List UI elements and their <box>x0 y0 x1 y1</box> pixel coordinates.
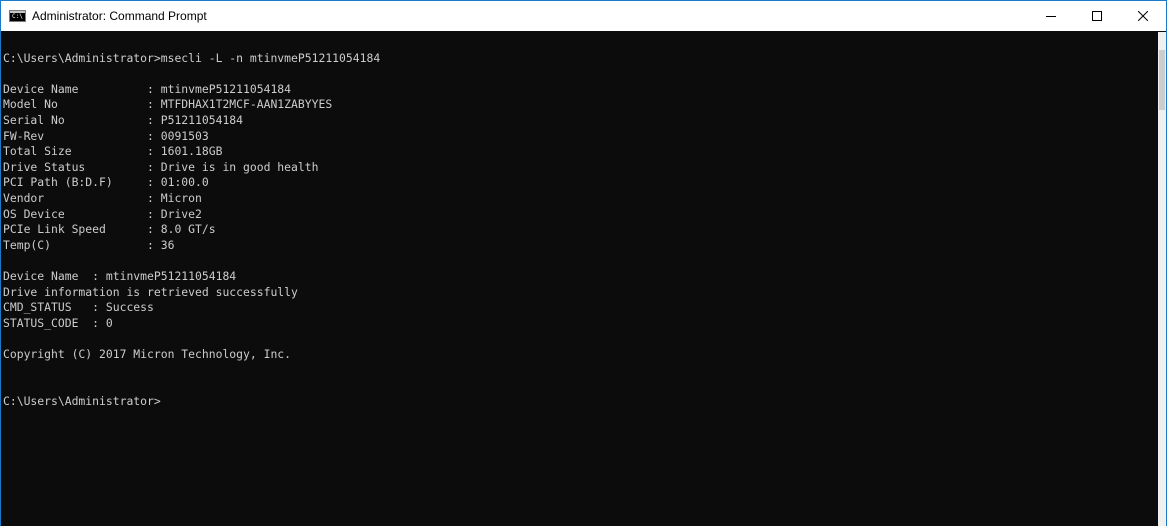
close-button[interactable] <box>1120 1 1166 31</box>
console-line: PCIe Link Speed : 8.0 GT/s <box>3 222 216 237</box>
console-output-area[interactable]: C:\Users\Administrator>msecli -L -n mtin… <box>1 32 1158 526</box>
prompt-glyph: C:\ <box>12 13 23 20</box>
console-line: Vendor : Micron <box>3 190 202 205</box>
maximize-button[interactable] <box>1074 1 1120 31</box>
console-line: Drive information is retrieved successfu… <box>3 284 298 299</box>
console-line: Drive Status : Drive is in good health <box>3 159 319 174</box>
console-line: CMD_STATUS : Success <box>3 300 154 315</box>
title-bar[interactable]: C:\ Administrator: Command Prompt <box>1 1 1166 31</box>
console-line: Temp(C) : 36 <box>3 237 175 252</box>
maximize-icon <box>1092 11 1102 21</box>
console-line: Device Name : mtinvmeP51211054184 <box>3 81 292 96</box>
console-line: C:\Users\Administrator>msecli -L -n mtin… <box>3 50 381 65</box>
console-line: Model No : MTFDHAX1T2MCF-AAN1ZABYYES <box>3 97 333 112</box>
vertical-scrollbar[interactable] <box>1158 32 1166 526</box>
cmd-icon[interactable]: C:\ <box>9 10 26 22</box>
console-line: FW-Rev : 0091503 <box>3 128 209 143</box>
console-line: Total Size : 1601.18GB <box>3 144 223 159</box>
console-line: C:\Users\Administrator> <box>3 393 161 408</box>
console-line: Serial No : P51211054184 <box>3 112 244 127</box>
console-text: C:\Users\Administrator>msecli -L -n mtin… <box>3 35 380 409</box>
minimize-icon <box>1046 16 1056 17</box>
console-line: STATUS_CODE : 0 <box>3 315 113 330</box>
window-title: Administrator: Command Prompt <box>32 9 207 23</box>
console-line: PCI Path (B:D.F) : 01:00.0 <box>3 175 209 190</box>
scrollbar-thumb[interactable] <box>1159 50 1165 110</box>
command-prompt-window: C:\ Administrator: Command Prompt C:\Use… <box>0 0 1167 526</box>
console-line: OS Device : Drive2 <box>3 206 202 221</box>
close-icon <box>1138 11 1148 21</box>
minimize-button[interactable] <box>1028 1 1074 31</box>
console-line: Copyright (C) 2017 Micron Technology, In… <box>3 346 292 361</box>
console-line: Device Name : mtinvmeP51211054184 <box>3 268 237 283</box>
